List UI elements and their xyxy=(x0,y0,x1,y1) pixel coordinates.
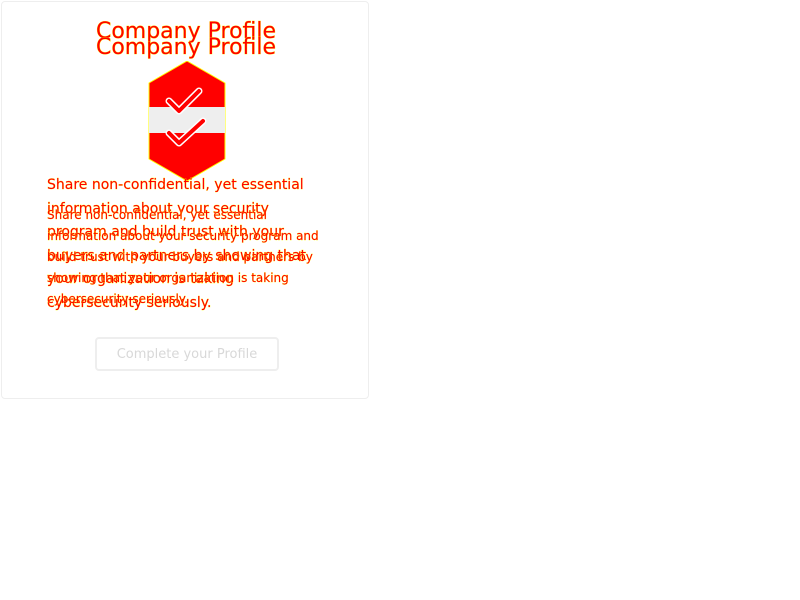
card-title-duplicate: Company Profile xyxy=(95,35,277,60)
shield-checkmark-icon xyxy=(148,61,226,181)
complete-profile-button[interactable]: Complete your Profile xyxy=(95,337,279,371)
card-description-duplicate: Share non-confidential, yet essential in… xyxy=(47,208,319,306)
company-profile-card: Company Profile Company Profile Share no… xyxy=(1,1,369,399)
